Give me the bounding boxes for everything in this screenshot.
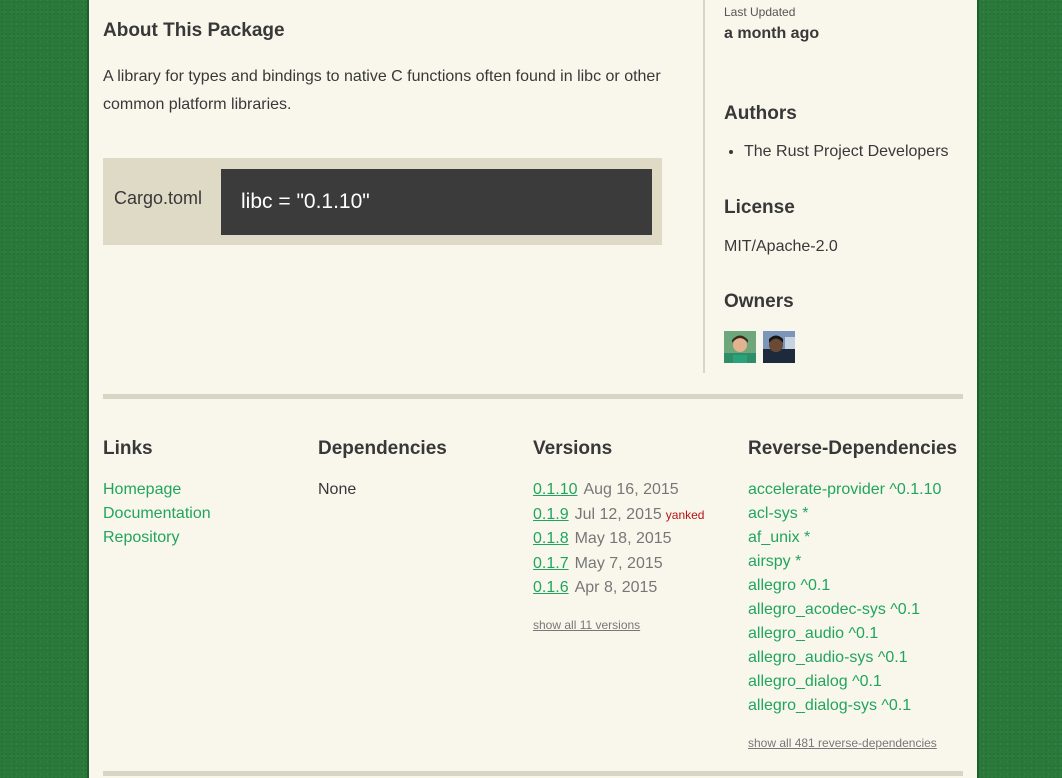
license-title: License <box>724 197 795 218</box>
install-box: Cargo.toml libc = "0.1.10" <box>103 158 662 245</box>
owners-list <box>724 331 795 363</box>
authors-title: Authors <box>724 103 797 124</box>
reverse-dependency-link[interactable]: allegro_audio-sys ^0.1 <box>748 646 941 670</box>
show-all-reverse-dependencies-link[interactable]: show all 481 reverse-dependencies <box>748 736 937 750</box>
dependencies-none: None <box>318 481 357 498</box>
homepage-link[interactable]: Homepage <box>103 478 211 502</box>
owner-avatar[interactable] <box>724 331 756 363</box>
bottom-divider <box>103 771 963 776</box>
section-divider <box>103 394 963 399</box>
package-page: About This Package A library for types a… <box>87 0 979 778</box>
links-list: Homepage Documentation Repository <box>103 478 211 550</box>
reverse-dependencies-list: accelerate-provider ^0.1.10 acl-sys * af… <box>748 478 941 718</box>
versions-title: Versions <box>533 438 613 459</box>
dependencies-title: Dependencies <box>318 438 447 459</box>
about-title: About This Package <box>103 20 285 41</box>
owner-avatar[interactable] <box>763 331 795 363</box>
version-row: 0.1.6 Apr 8, 2015 <box>533 576 704 601</box>
reverse-dependency-link[interactable]: allegro_audio ^0.1 <box>748 622 941 646</box>
yanked-badge: yanked <box>665 507 705 522</box>
version-row: 0.1.10 Aug 16, 2015 <box>533 478 704 503</box>
reverse-dependency-link[interactable]: af_unix * <box>748 526 941 550</box>
show-all-versions-link[interactable]: show all 11 versions <box>533 618 640 632</box>
version-link[interactable]: 0.1.10 <box>533 481 577 498</box>
version-link[interactable]: 0.1.6 <box>533 579 569 596</box>
version-link[interactable]: 0.1.9 <box>533 506 569 523</box>
version-row: 0.1.7 May 7, 2015 <box>533 552 704 577</box>
reverse-dependency-link[interactable]: allegro_acodec-sys ^0.1 <box>748 598 941 622</box>
version-date: May 18, 2015 <box>574 530 672 547</box>
last-updated-value: a month ago <box>724 25 820 42</box>
sidebar-divider <box>703 0 705 373</box>
version-link[interactable]: 0.1.8 <box>533 530 569 547</box>
reverse-dependency-link[interactable]: acl-sys * <box>748 502 941 526</box>
license-value: MIT/Apache-2.0 <box>724 238 838 255</box>
version-row: 0.1.8 May 18, 2015 <box>533 527 704 552</box>
install-code[interactable]: libc = "0.1.10" <box>221 169 652 235</box>
documentation-link[interactable]: Documentation <box>103 502 211 526</box>
reverse-dependency-link[interactable]: allegro_dialog-sys ^0.1 <box>748 694 941 718</box>
links-title: Links <box>103 438 153 459</box>
reverse-dependency-link[interactable]: allegro_dialog ^0.1 <box>748 670 941 694</box>
version-link[interactable]: 0.1.7 <box>533 555 569 572</box>
version-date: May 7, 2015 <box>574 554 663 572</box>
reverse-dependencies-title: Reverse-Dependencies <box>748 438 958 459</box>
author-item: The Rust Project Developers <box>744 143 949 161</box>
version-date: Jul 12, 2015 <box>574 505 662 523</box>
install-label: Cargo.toml <box>114 188 203 208</box>
version-date: Aug 16, 2015 <box>583 481 679 498</box>
reverse-dependency-link[interactable]: airspy * <box>748 550 941 574</box>
package-description: A library for types and bindings to nati… <box>103 68 661 113</box>
repository-link[interactable]: Repository <box>103 526 211 550</box>
authors-list: The Rust Project Developers <box>724 143 949 161</box>
owners-title: Owners <box>724 291 794 312</box>
last-updated-label: Last Updated <box>724 5 796 19</box>
version-date: Apr 8, 2015 <box>574 579 658 596</box>
reverse-dependency-link[interactable]: accelerate-provider ^0.1.10 <box>748 478 941 502</box>
version-row: 0.1.9 Jul 12, 2015 yanked <box>533 503 704 528</box>
versions-list: 0.1.10 Aug 16, 2015 0.1.9 Jul 12, 2015 yank… <box>533 478 704 601</box>
reverse-dependency-link[interactable]: allegro ^0.1 <box>748 574 941 598</box>
